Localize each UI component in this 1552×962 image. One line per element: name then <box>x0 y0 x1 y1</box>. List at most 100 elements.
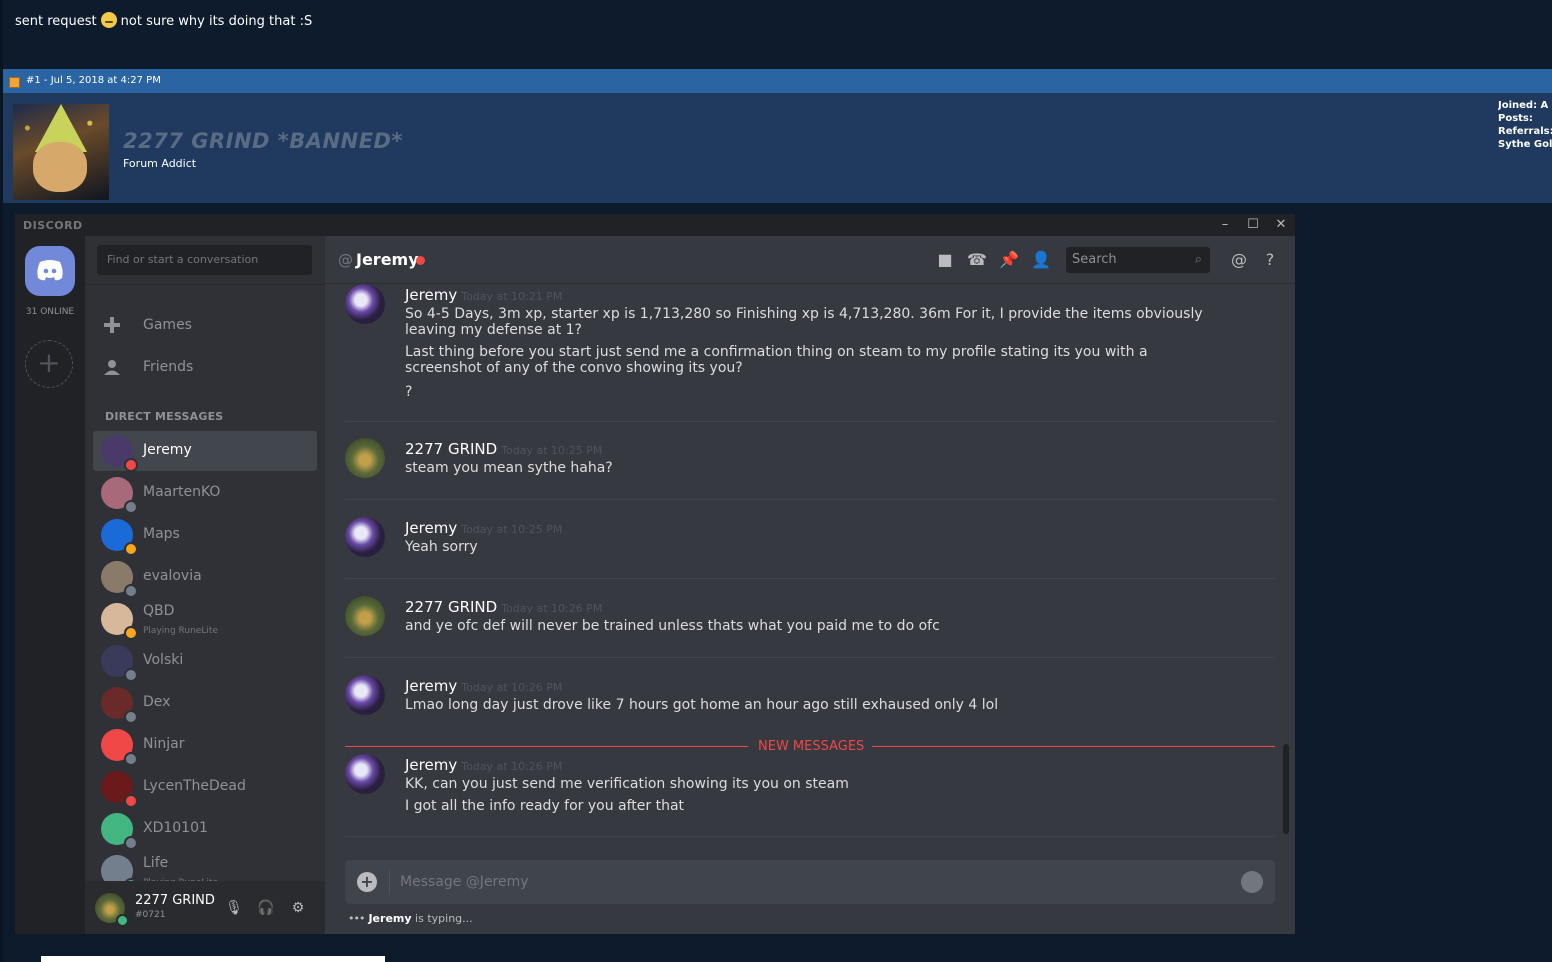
dm-name: Maps <box>143 526 180 542</box>
dm-name: LycenTheDead <box>143 778 246 794</box>
message-separator <box>345 499 1275 500</box>
post-info[interactable]: #1 - Jul 5, 2018 at 4:27 PM <box>26 75 161 86</box>
dm-item[interactable]: LycenTheDead <box>93 767 317 808</box>
message-separator <box>345 657 1275 658</box>
home-button[interactable] <box>25 246 75 296</box>
dm-search-input[interactable]: Find or start a conversation <box>97 245 312 275</box>
pin-icon[interactable]: 📌 <box>999 250 1019 270</box>
dm-name: Ninjar <box>143 736 185 752</box>
typing-suffix: is typing... <box>415 912 473 925</box>
message-author[interactable]: Jeremy <box>405 756 457 774</box>
dm-name: evalovia <box>143 568 202 584</box>
discord-window: DISCORD – ☐ ✕ 31 ONLINE + Find or start … <box>15 214 1295 934</box>
upload-plus-icon[interactable]: + <box>357 872 377 892</box>
message-text: ? <box>405 384 413 400</box>
message-avatar[interactable] <box>345 754 385 794</box>
message-avatar[interactable] <box>345 517 385 557</box>
help-icon[interactable]: ? <box>1260 250 1280 270</box>
dm-activity: Playing RuneLite <box>143 626 218 636</box>
recipient-status <box>416 256 425 265</box>
dm-item[interactable]: Ninjar <box>93 725 317 766</box>
dm-status <box>124 542 138 556</box>
message-avatar[interactable] <box>345 284 385 324</box>
message-author[interactable]: Jeremy <box>405 519 457 537</box>
dm-status <box>124 836 138 850</box>
forum-user-stats: Joined: A Posts: Referrals: Sythe Gol <box>1498 99 1552 151</box>
message-author-row: Jeremy Today at 10:25 PM <box>405 519 562 537</box>
microphone-icon[interactable]: 🎙 <box>225 899 243 917</box>
headphones-icon[interactable]: 🎧 <box>257 899 275 917</box>
close-button[interactable]: ✕ <box>1273 217 1289 233</box>
message-timestamp: Today at 10:21 PM <box>461 290 563 303</box>
message-text: So 4-5 Days, 3m xp, starter xp is 1,713,… <box>405 306 1203 338</box>
dm-item[interactable]: QBD Playing RuneLite <box>93 599 317 640</box>
message-author-row: Jeremy Today at 10:26 PM <box>405 756 562 774</box>
discord-brand: DISCORD <box>23 219 83 232</box>
message-author-row: 2277 GRIND Today at 10:26 PM <box>405 598 602 616</box>
dm-item[interactable]: Dex <box>93 683 317 724</box>
minimize-button[interactable]: – <box>1217 217 1233 233</box>
search-icon: ⌕ <box>1194 252 1202 267</box>
message-separator <box>345 421 1275 422</box>
mentions-icon[interactable]: @ <box>1229 250 1249 270</box>
gamepad-icon <box>104 317 120 333</box>
dm-name: QBD <box>143 603 175 619</box>
message-text: steam you mean sythe haha? <box>405 460 613 476</box>
dm-item[interactable]: Jeremy <box>93 431 317 472</box>
message-author[interactable]: 2277 GRIND <box>405 440 497 458</box>
message-list: NEW MESSAGES Jeremy Today at 10:21 PM So 4… <box>325 284 1295 862</box>
nav-games[interactable]: Games <box>93 307 317 343</box>
dm-status <box>124 584 138 598</box>
nav-friends[interactable]: Friends <box>93 349 317 385</box>
dm-name: MaartenKO <box>143 484 221 500</box>
settings-gear-icon[interactable]: ⚙ <box>289 899 307 917</box>
emoji-picker-icon[interactable] <box>1241 871 1263 893</box>
message-author[interactable]: Jeremy <box>405 677 457 695</box>
dm-item[interactable]: Volski <box>93 641 317 682</box>
chat-scrollbar[interactable] <box>1283 744 1289 834</box>
dm-name: XD10101 <box>143 820 208 836</box>
message-author[interactable]: 2277 GRIND <box>405 598 497 616</box>
chat-search-input[interactable]: Search ⌕ <box>1066 247 1210 273</box>
message-separator <box>345 578 1275 579</box>
message-author[interactable]: Jeremy <box>405 286 457 304</box>
dm-item[interactable]: MaartenKO <box>93 473 317 514</box>
message-input[interactable]: Message @Jeremy <box>400 874 529 890</box>
at-icon: @ <box>338 251 353 269</box>
new-messages-divider: NEW MESSAGES <box>345 739 1275 754</box>
dm-status <box>124 500 138 514</box>
add-server-button[interactable]: + <box>25 340 73 388</box>
self-username: 2277 GRIND <box>135 893 215 908</box>
message-author-row: Jeremy Today at 10:26 PM <box>405 677 562 695</box>
message-text: and ye ofc def will never be trained unl… <box>405 618 940 634</box>
dm-name: Life <box>143 855 169 871</box>
message-avatar[interactable] <box>345 675 385 715</box>
voice-call-icon[interactable]: ☎ <box>967 250 987 270</box>
dm-item[interactable]: evalovia <box>93 557 317 598</box>
dm-status <box>124 458 138 472</box>
message-avatar[interactable] <box>345 596 385 636</box>
dm-item[interactable]: XD10101 <box>93 809 317 850</box>
message-author-row: Jeremy Today at 10:21 PM <box>405 286 562 304</box>
forum-avatar[interactable] <box>13 104 109 200</box>
forum-user-title: Forum Addict <box>123 157 197 170</box>
message-avatar[interactable] <box>345 438 385 478</box>
dm-status <box>124 794 138 808</box>
message-composer[interactable]: + Message @Jeremy <box>345 860 1275 904</box>
self-tag: #0721 <box>135 910 166 920</box>
friends-icon <box>104 360 120 375</box>
chat-search-placeholder: Search <box>1072 252 1117 267</box>
video-call-icon[interactable]: ■ <box>935 250 955 270</box>
dm-item[interactable]: Maps <box>93 515 317 556</box>
dm-section-header: DIRECT MESSAGES <box>105 410 224 423</box>
maximize-button[interactable]: ☐ <box>1245 217 1261 233</box>
message-author-row: 2277 GRIND Today at 10:25 PM <box>405 440 602 458</box>
smile-emoji-icon <box>100 12 117 28</box>
new-messages-label: NEW MESSAGES <box>758 739 865 754</box>
title-bar: DISCORD – ☐ ✕ <box>15 214 1295 236</box>
forum-username[interactable]: 2277 GRIND *BANNED* <box>123 129 403 153</box>
post-message: sent request not sure why its doing that … <box>15 12 312 29</box>
message-text: I got all the info ready for you after t… <box>405 798 685 814</box>
stat-joined: Joined: A <box>1498 100 1549 111</box>
add-friend-icon[interactable]: 👤 <box>1031 250 1051 270</box>
